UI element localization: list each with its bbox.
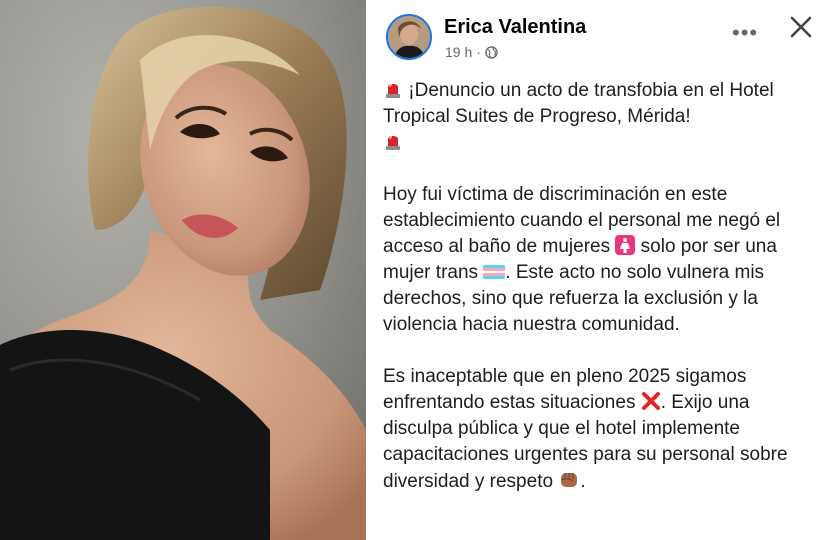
- post-photo[interactable]: [0, 0, 366, 540]
- author-name[interactable]: Erica Valentina: [444, 16, 586, 39]
- paragraph-text: .: [580, 471, 586, 492]
- transgender-flag-icon: [483, 265, 506, 279]
- avatar[interactable]: [386, 14, 432, 60]
- globe-icon[interactable]: [485, 45, 498, 59]
- avatar-image: [388, 16, 430, 58]
- police-siren-icon: [386, 84, 400, 98]
- post-header: Erica Valentina 19 h · •••: [386, 12, 816, 64]
- post-panel: Erica Valentina 19 h · ••• ¡Denuncio un …: [366, 0, 830, 540]
- womens-room-icon: [615, 235, 636, 255]
- paragraph-text: ¡Denuncio un acto de transfobia en el Ho…: [383, 80, 774, 127]
- post-body: ¡Denuncio un acto de transfobia en el Ho…: [383, 78, 823, 521]
- post-paragraph: Hoy fui víctima de discriminación en est…: [383, 182, 823, 338]
- post-paragraph: Es inaceptable que en pleno 2025 sigamos…: [383, 364, 823, 495]
- post-paragraph: ¡Denuncio un acto de transfobia en el Ho…: [383, 78, 823, 156]
- close-icon[interactable]: [788, 14, 814, 40]
- post-meta: 19 h ·: [445, 44, 498, 60]
- cross-mark-icon: [641, 392, 660, 410]
- post-timestamp[interactable]: 19 h: [445, 44, 472, 60]
- police-siren-icon: [386, 136, 400, 150]
- selfie-image: [0, 0, 366, 540]
- more-options-icon[interactable]: •••: [732, 20, 758, 46]
- meta-separator: ·: [476, 44, 481, 60]
- raised-fist-icon: [561, 473, 578, 487]
